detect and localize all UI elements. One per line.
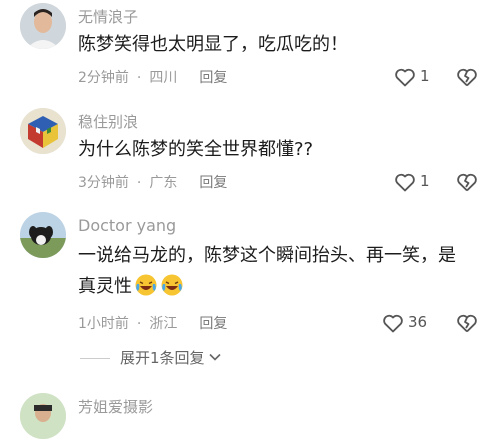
heart-icon xyxy=(383,314,403,333)
comment-text-line: 一说给马龙的，陈梦这个瞬间抬头、再一笑，是 xyxy=(78,245,456,266)
expand-replies-label: 展开1条回复 xyxy=(120,349,205,367)
heart-icon xyxy=(395,68,415,87)
dislike-button[interactable] xyxy=(455,311,479,335)
username[interactable]: 芳姐爱摄影 xyxy=(78,396,153,417)
laughing-crying-emoji-icon xyxy=(135,274,157,296)
comment-time: 1小时前 xyxy=(78,316,129,332)
heart-icon xyxy=(395,173,415,192)
username[interactable]: Doctor yang xyxy=(78,216,176,235)
comment-text: 为什么陈梦的笑全世界都懂?? xyxy=(78,139,314,160)
like-button[interactable]: 36 xyxy=(381,311,431,335)
dislike-button[interactable] xyxy=(455,170,479,194)
user-avatar[interactable] xyxy=(20,108,66,154)
user-avatar[interactable] xyxy=(20,393,66,439)
like-button[interactable]: 1 xyxy=(393,170,433,194)
like-count: 1 xyxy=(420,67,430,85)
reply-button[interactable]: 回复 xyxy=(199,67,227,87)
comment-meta: 2分钟前 · 四川 回复 xyxy=(78,67,227,87)
laughing-crying-emoji-icon xyxy=(161,274,183,296)
comment-text-tail: 真灵性 xyxy=(78,276,132,297)
comment-location: 浙江 xyxy=(149,316,178,332)
user-avatar[interactable] xyxy=(20,3,66,49)
like-count: 1 xyxy=(420,172,430,190)
like-count: 36 xyxy=(408,313,428,331)
comment-time: 3分钟前 xyxy=(78,175,129,191)
expand-replies-button[interactable]: 展开1条回复 xyxy=(80,347,222,368)
broken-heart-icon xyxy=(457,68,477,87)
reply-button[interactable]: 回复 xyxy=(199,172,227,192)
dislike-button[interactable] xyxy=(455,65,479,89)
comment-time: 2分钟前 xyxy=(78,70,129,86)
chevron-down-icon xyxy=(208,353,221,361)
username[interactable]: 稳住别浪 xyxy=(78,111,138,132)
comment-meta: 1小时前 · 浙江 回复 xyxy=(78,313,227,333)
divider-line xyxy=(80,358,110,359)
comment-location: 四川 xyxy=(149,70,178,86)
comment-text: 陈梦笑得也太明显了，吃瓜吃的！ xyxy=(78,34,348,55)
comment-text-line: 真灵性 xyxy=(78,272,460,302)
username[interactable]: 无情浪子 xyxy=(78,6,138,27)
broken-heart-icon xyxy=(457,173,477,192)
reply-button[interactable]: 回复 xyxy=(199,313,227,333)
comment-location: 广东 xyxy=(149,175,178,191)
comment-meta: 3分钟前 · 广东 回复 xyxy=(78,172,227,192)
like-button[interactable]: 1 xyxy=(393,65,433,89)
broken-heart-icon xyxy=(457,314,477,333)
user-avatar[interactable] xyxy=(20,212,66,258)
